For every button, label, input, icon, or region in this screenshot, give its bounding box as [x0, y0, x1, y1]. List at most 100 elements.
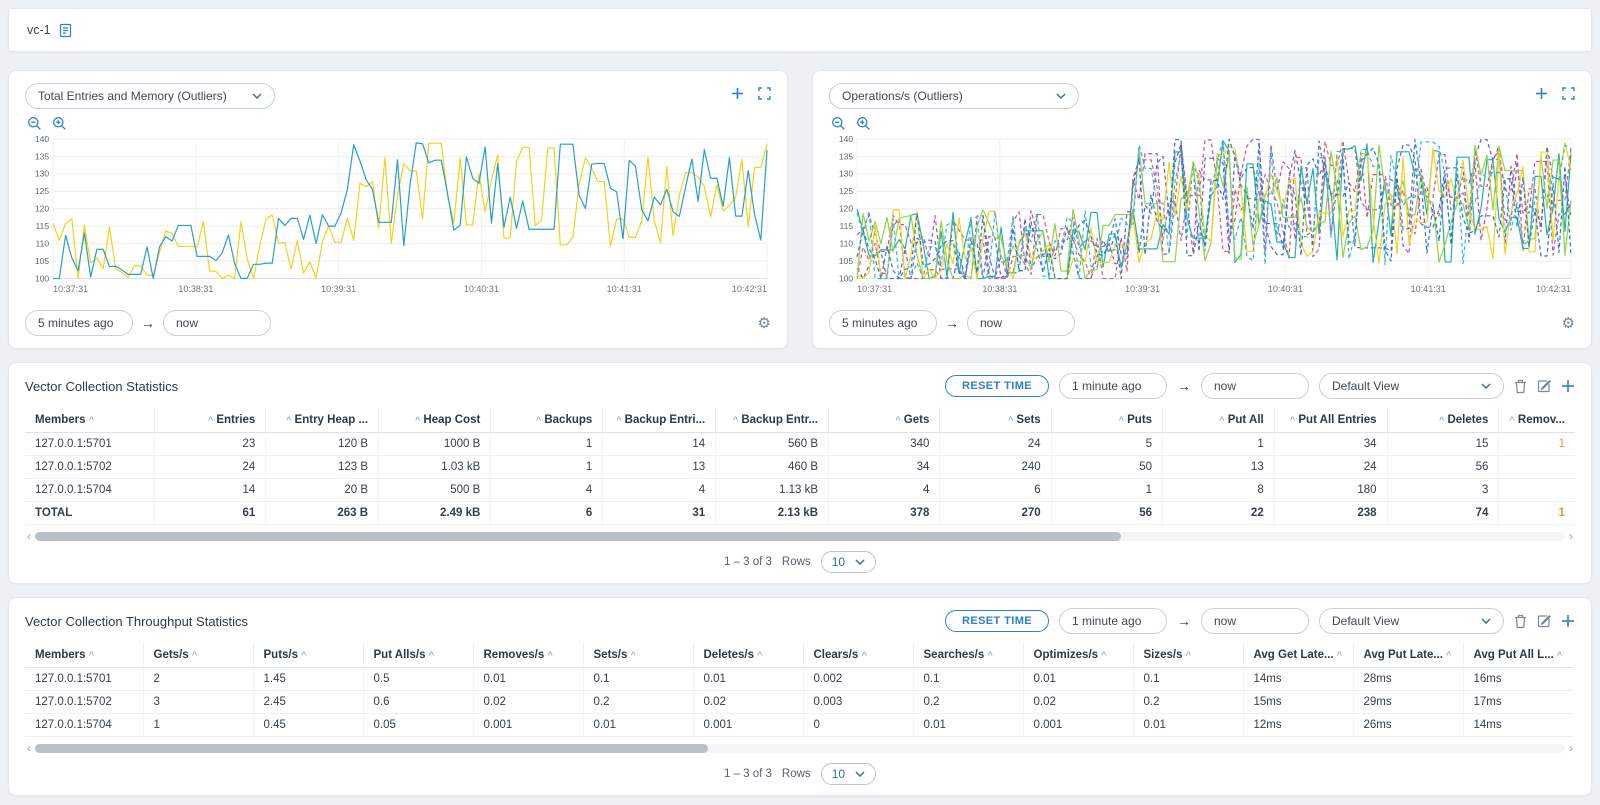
scrollbar-thumb[interactable] [35, 744, 708, 753]
sort-caret[interactable]: ^ [1119, 415, 1124, 425]
zoom-in-icon[interactable] [856, 116, 871, 131]
column-header[interactable]: ^ Gets [829, 408, 940, 433]
sort-caret[interactable]: ^ [1008, 415, 1013, 425]
column-header[interactable]: ^ Backup Entr... [716, 408, 829, 433]
scroll-left-icon[interactable]: ‹ [27, 742, 31, 754]
column-header[interactable]: Avg Put Late... ^ [1353, 643, 1463, 668]
sort-caret[interactable]: ^ [1101, 650, 1106, 660]
sort-caret[interactable]: ^ [415, 415, 420, 425]
zoom-in-icon[interactable] [52, 116, 67, 131]
sort-caret[interactable]: ^ [616, 415, 621, 425]
expand-icon[interactable] [758, 87, 771, 100]
sort-caret[interactable]: ^ [1219, 415, 1224, 425]
view-selector[interactable]: Default View [1319, 373, 1504, 399]
entries-memory-chart[interactable]: 14013513012512011511010510010:37:3110:38… [25, 134, 771, 302]
sort-caret[interactable]: ^ [301, 650, 306, 660]
column-header[interactable]: ^ Heap Cost [379, 408, 491, 433]
column-header[interactable]: Sets/s ^ [583, 643, 693, 668]
trash-icon[interactable] [1514, 614, 1527, 629]
sort-caret[interactable]: ^ [89, 415, 94, 425]
add-widget-icon[interactable] [1561, 614, 1575, 628]
sort-caret[interactable]: ^ [987, 650, 992, 660]
column-header[interactable]: ^ Remov... [1499, 408, 1575, 433]
sort-caret[interactable]: ^ [1509, 415, 1514, 425]
sort-caret[interactable]: ^ [1290, 415, 1295, 425]
column-header[interactable]: Removes/s ^ [473, 643, 583, 668]
column-header[interactable]: ^ Backup Entri... [603, 408, 716, 433]
expand-icon[interactable] [1562, 87, 1575, 100]
column-header[interactable]: Searches/s ^ [913, 643, 1023, 668]
column-header[interactable]: ^ Put All [1163, 408, 1275, 433]
scrollbar-track[interactable] [35, 744, 1565, 753]
time-to-input[interactable] [967, 310, 1075, 336]
column-header[interactable]: ^ Put All Entries [1274, 408, 1387, 433]
sort-caret[interactable]: ^ [1439, 415, 1444, 425]
time-to-input[interactable] [163, 310, 271, 336]
scroll-right-icon[interactable]: › [1569, 530, 1573, 542]
sort-caret[interactable]: ^ [1186, 650, 1191, 660]
gear-icon[interactable]: ⚙ [758, 314, 771, 332]
page-size-selector[interactable]: 10 [821, 763, 876, 785]
sort-caret[interactable]: ^ [895, 415, 900, 425]
column-header[interactable]: ^ Entry Heap ... [266, 408, 379, 433]
trash-icon[interactable] [1514, 379, 1527, 394]
gear-icon[interactable]: ⚙ [1562, 314, 1575, 332]
column-header[interactable]: ^ Entries [154, 408, 266, 433]
edit-icon[interactable] [1537, 379, 1551, 393]
add-chart-icon[interactable] [731, 87, 744, 100]
add-chart-icon[interactable] [1535, 87, 1548, 100]
sort-caret[interactable]: ^ [192, 650, 197, 660]
column-header[interactable]: ^ Backups [491, 408, 603, 433]
sort-caret[interactable]: ^ [429, 650, 434, 660]
sort-caret[interactable]: ^ [547, 650, 552, 660]
column-header[interactable]: ^ Sets [940, 408, 1051, 433]
metric-selector[interactable]: Total Entries and Memory (Outliers) [25, 83, 275, 109]
zoom-out-icon[interactable] [831, 116, 846, 131]
edit-icon[interactable] [1537, 614, 1551, 628]
time-from-input[interactable] [1059, 373, 1167, 399]
sort-caret[interactable]: ^ [536, 415, 541, 425]
time-from-input[interactable] [25, 310, 133, 336]
sort-caret[interactable]: ^ [1337, 650, 1342, 660]
time-to-input[interactable] [1201, 373, 1309, 399]
reset-time-button[interactable]: RESET TIME [945, 610, 1049, 632]
column-header[interactable]: ^ Deletes [1387, 408, 1499, 433]
column-header[interactable]: Sizes/s ^ [1133, 643, 1243, 668]
sort-caret[interactable]: ^ [757, 650, 762, 660]
column-header[interactable]: Avg Get Late... ^ [1243, 643, 1353, 668]
cluster-name: vc-1 [27, 23, 51, 37]
time-from-input[interactable] [1059, 608, 1167, 634]
column-header[interactable]: Put Alls/s ^ [363, 643, 473, 668]
column-header[interactable]: Optimizes/s ^ [1023, 643, 1133, 668]
zoom-out-icon[interactable] [27, 116, 42, 131]
operations-chart[interactable]: 14013513012512011511010510010:37:3110:38… [829, 134, 1575, 302]
document-icon[interactable] [59, 23, 72, 38]
column-header[interactable]: Deletes/s ^ [693, 643, 803, 668]
scroll-right-icon[interactable]: › [1569, 742, 1573, 754]
sort-caret[interactable]: ^ [208, 415, 213, 425]
sort-caret[interactable]: ^ [631, 650, 636, 660]
scrollbar-track[interactable] [35, 532, 1565, 541]
time-from-input[interactable] [829, 310, 937, 336]
sort-caret[interactable]: ^ [1446, 650, 1451, 660]
sort-caret[interactable]: ^ [89, 650, 94, 660]
column-header[interactable]: Avg Put All L... ^ [1463, 643, 1573, 668]
column-header[interactable]: Members ^ [25, 643, 143, 668]
column-header[interactable]: ^ Puts [1051, 408, 1162, 433]
page-size-selector[interactable]: 10 [821, 551, 876, 573]
scrollbar-thumb[interactable] [35, 532, 1121, 541]
view-selector[interactable]: Default View [1319, 608, 1504, 634]
scroll-left-icon[interactable]: ‹ [27, 530, 31, 542]
column-header[interactable]: Gets/s ^ [143, 643, 253, 668]
column-header[interactable]: Clears/s ^ [803, 643, 913, 668]
add-widget-icon[interactable] [1561, 379, 1575, 393]
column-header[interactable]: Puts/s ^ [253, 643, 363, 668]
reset-time-button[interactable]: RESET TIME [945, 375, 1049, 397]
sort-caret[interactable]: ^ [286, 415, 291, 425]
time-to-input[interactable] [1201, 608, 1309, 634]
metric-selector[interactable]: Operations/s (Outliers) [829, 83, 1079, 109]
sort-caret[interactable]: ^ [1557, 650, 1562, 660]
sort-caret[interactable]: ^ [861, 650, 866, 660]
column-header[interactable]: Members ^ [25, 408, 154, 433]
sort-caret[interactable]: ^ [733, 415, 738, 425]
